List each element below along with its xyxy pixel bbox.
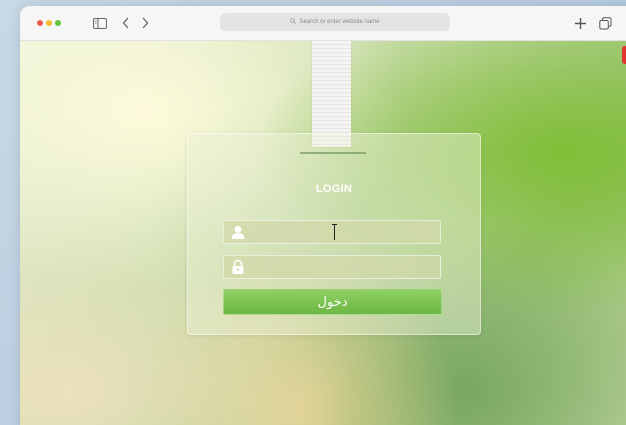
divider (300, 152, 366, 154)
hanging-paper-decoration (312, 41, 351, 147)
username-input[interactable] (252, 221, 442, 245)
browser-toolbar: Search or enter website name (20, 6, 626, 41)
plus-icon[interactable] (573, 15, 587, 31)
username-field[interactable] (223, 220, 442, 245)
address-placeholder: Search or enter website name (299, 19, 380, 25)
address-bar[interactable]: Search or enter website name (220, 13, 450, 31)
text-cursor (332, 224, 337, 240)
login-panel: LOGIN دخول (187, 133, 481, 335)
browser-window: Search or enter website name ✕ LOGIN (20, 6, 626, 425)
minimize-window-button[interactable] (46, 20, 52, 26)
close-page-button[interactable]: ✕ (622, 46, 626, 64)
login-title: LOGIN (315, 183, 353, 195)
password-input[interactable] (252, 256, 442, 280)
web-page: ✕ LOGIN دخول (20, 41, 626, 425)
login-button[interactable]: دخول (223, 289, 442, 315)
chevron-left-icon[interactable] (120, 15, 132, 31)
login-button-label: دخول (317, 294, 348, 310)
tabs-overview-icon[interactable] (598, 15, 612, 31)
close-window-button[interactable] (37, 20, 43, 26)
chevron-right-icon[interactable] (139, 15, 151, 31)
lock-icon (230, 259, 246, 275)
password-field[interactable] (223, 255, 442, 280)
sidebar-icon[interactable] (92, 15, 108, 31)
search-icon (290, 18, 297, 26)
user-icon (230, 224, 246, 240)
maximize-window-button[interactable] (55, 20, 61, 26)
